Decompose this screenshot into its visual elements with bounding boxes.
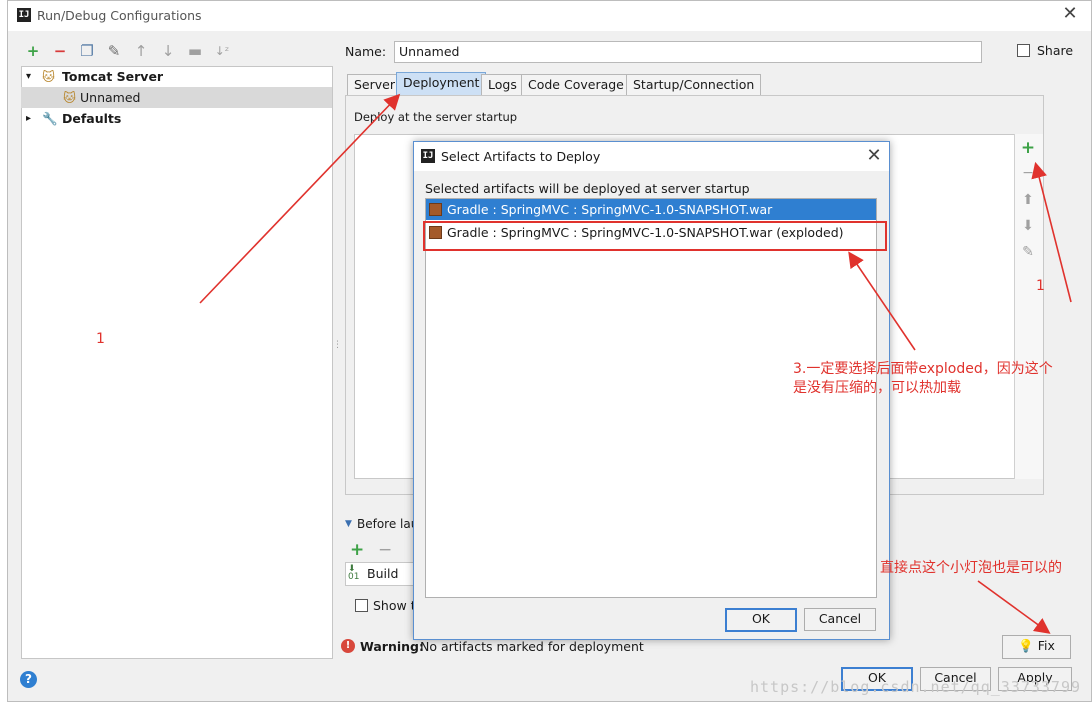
annotation-number-right: 1 <box>1036 278 1045 294</box>
annotation-number-left: 1 <box>96 331 105 347</box>
annotation-fix-note: 直接点这个小灯泡也是可以的 <box>880 560 1062 576</box>
annotation-note-3-line2: 是没有压缩的，可以热加载 <box>793 380 961 396</box>
annotation-note-3-line1: 3.一定要选择后面带exploded，因为这个 <box>793 361 1053 377</box>
watermark: https://blog.csdn.net/qq_33733799 <box>750 678 1082 696</box>
annotation-arrows <box>199 93 1072 634</box>
